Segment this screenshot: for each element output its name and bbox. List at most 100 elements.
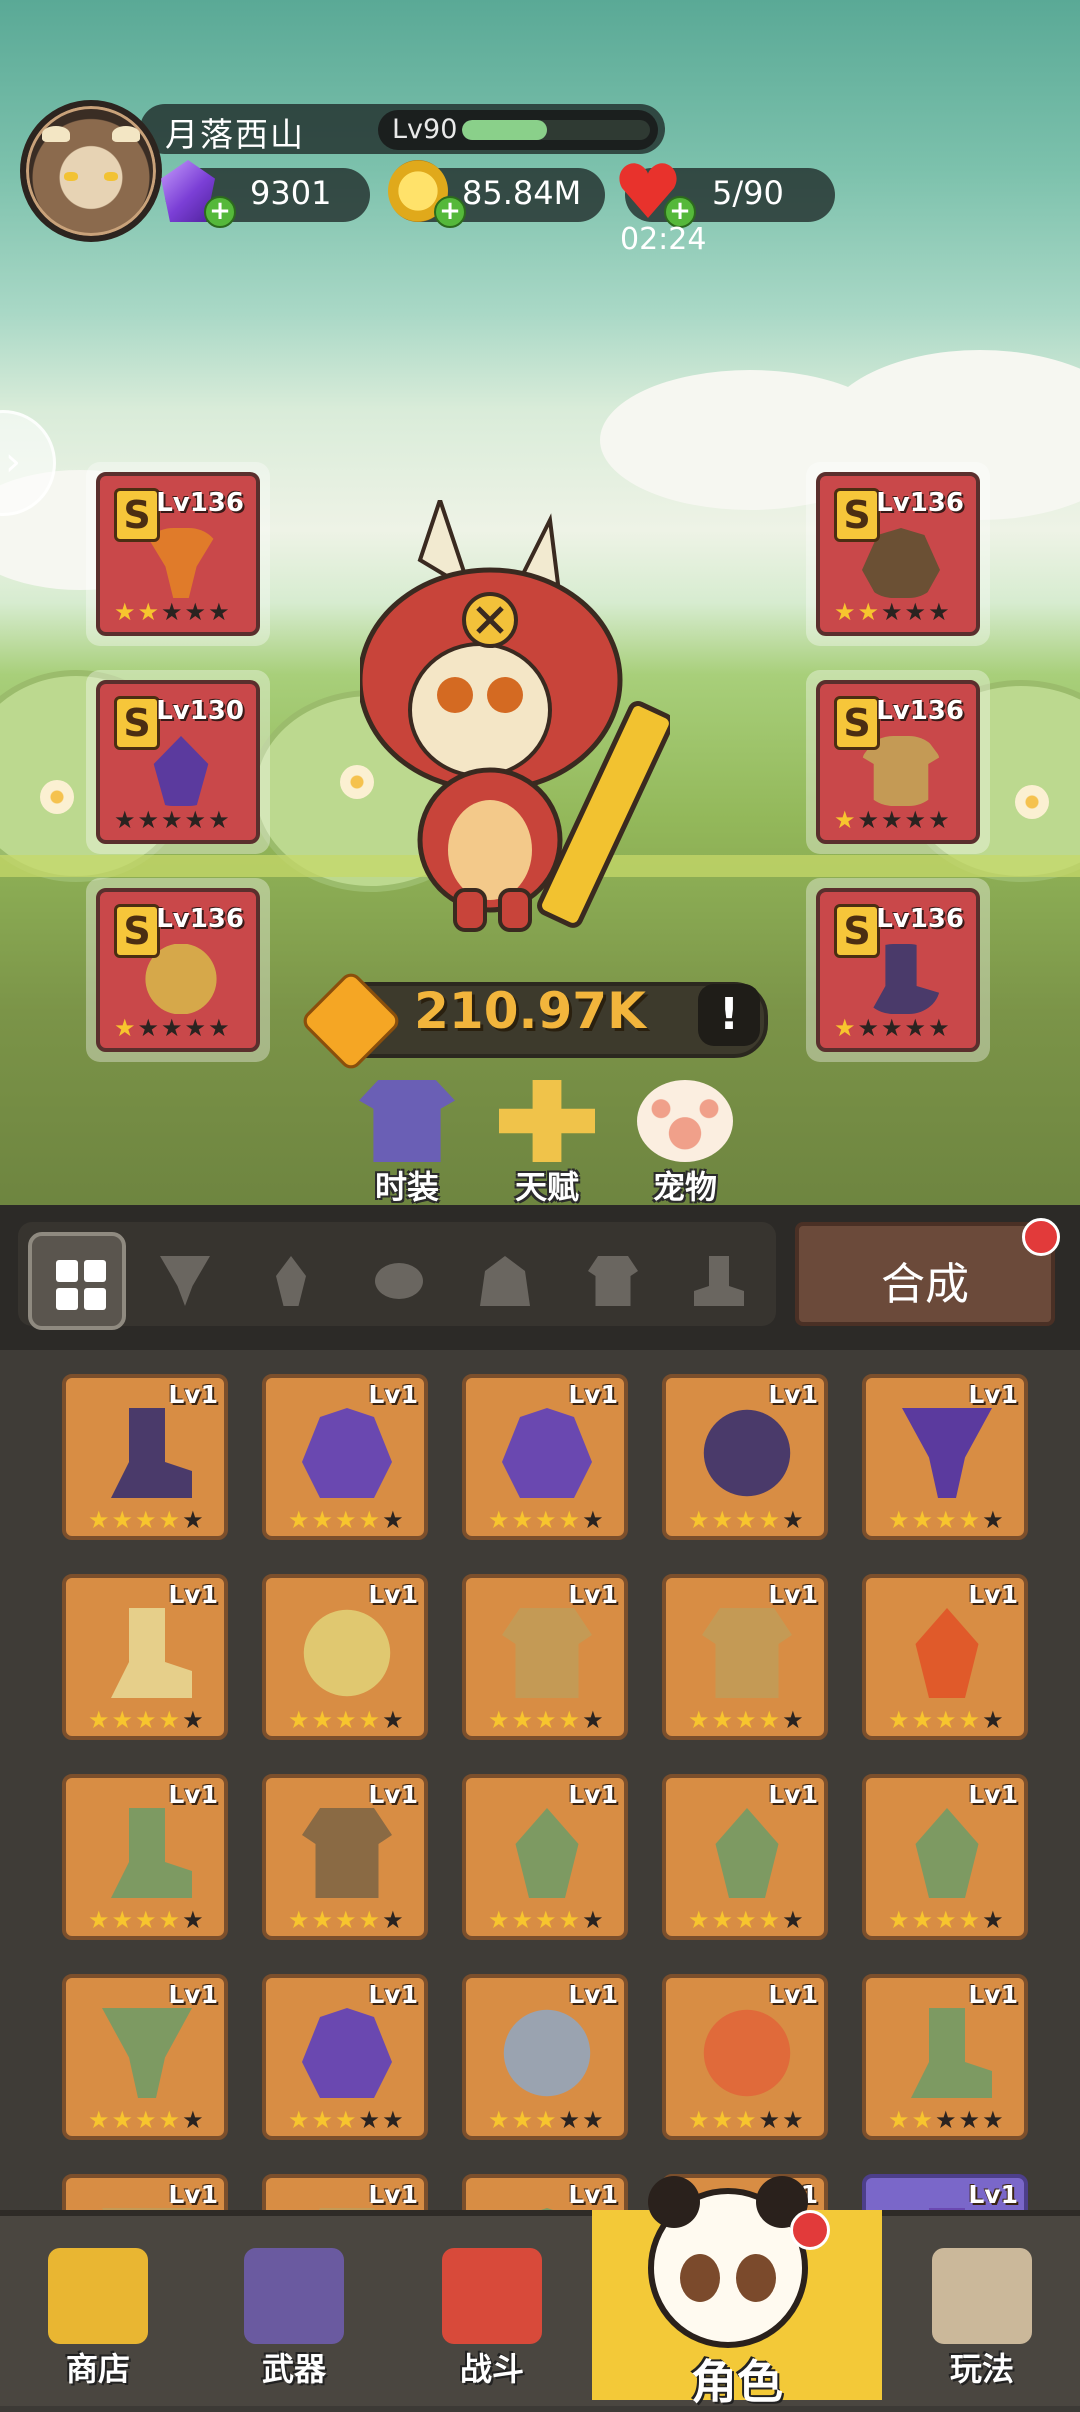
star-icon: ★ <box>511 1906 534 1934</box>
inventory-item[interactable]: Lv1★★★★★ <box>662 1574 828 1740</box>
costume-button[interactable]: 时装 <box>352 1080 462 1208</box>
pet-button[interactable]: 宠物 <box>630 1080 740 1208</box>
inventory-item[interactable]: Lv1★★★★★ <box>462 1374 628 1540</box>
equipped-slot-left-2[interactable]: S Lv130 ★ ★ ★ ★ ★ <box>86 670 270 854</box>
inventory-item[interactable]: Lv1★★★★★ <box>662 1774 828 1940</box>
hero-dragon-character[interactable] <box>360 500 670 940</box>
costume-icon <box>359 1080 455 1162</box>
inventory-item[interactable]: Lv1★★★★★ <box>462 1774 628 1940</box>
star-icon: ★ <box>958 1506 981 1534</box>
item-level: Lv1 <box>168 1780 218 1809</box>
equipped-slot-right-2[interactable]: S Lv136 ★ ★ ★ ★ ★ <box>806 670 990 854</box>
star-icon: ★ <box>935 2106 957 2134</box>
inventory-item[interactable]: Lv1★★★★★ <box>862 1374 1028 1540</box>
star-icon: ★ <box>558 2106 581 2134</box>
amulet-icon <box>715 1808 779 1898</box>
equipped-slot-left-1[interactable]: S Lv136 ★ ★ ★ ★ ★ <box>86 462 270 646</box>
star-rating: ★ ★ ★ ★ ★ <box>88 1908 204 1932</box>
equipped-slot-right-1[interactable]: S Lv136 ★ ★ ★ ★ ★ <box>806 462 990 646</box>
inventory-item[interactable]: Lv1★★★★★ <box>62 1574 228 1740</box>
star-rating: ★ ★ ★ ★ ★ <box>114 808 230 832</box>
star-icon: ★ <box>382 2106 404 2134</box>
inventory-item[interactable]: Lv1★★★★★ <box>462 2174 628 2210</box>
inventory-item[interactable]: Lv1★★★★★ <box>262 2174 428 2210</box>
item-level: Lv136 <box>876 904 964 934</box>
merge-label: 合成 <box>881 1259 969 1310</box>
filter-tab-helmet[interactable] <box>456 1232 554 1330</box>
inventory-item[interactable]: Lv1★★★★★ <box>862 2174 1028 2210</box>
inventory-item[interactable]: Lv1★★★★★ <box>62 1774 228 1940</box>
nav-weapon[interactable]: 武器 <box>196 2210 392 2400</box>
star-rating: ★ ★ ★ ★ ★ <box>488 1708 604 1732</box>
inventory-item[interactable]: Lv1★★★★★ <box>262 1374 428 1540</box>
star-icon: ★ <box>182 1906 204 1934</box>
filter-tab-amulet[interactable] <box>242 1232 340 1330</box>
ring-icon <box>703 2009 791 2097</box>
inventory-item[interactable]: Lv1★★★★★ <box>862 1774 1028 1940</box>
xp-fill <box>462 120 547 140</box>
add-gold-button[interactable]: + <box>434 196 466 228</box>
star-icon: ★ <box>688 2106 710 2134</box>
star-icon: ★ <box>982 1706 1004 1734</box>
star-rating: ★ ★ ★ ★ ★ <box>288 1908 404 1932</box>
player-avatar[interactable] <box>20 100 162 242</box>
inventory-item[interactable]: Lv1★★★★★ <box>262 1974 428 2140</box>
inventory-item[interactable]: Lv1★★★★★ <box>62 1974 228 2140</box>
star-icon: ★ <box>582 2106 604 2134</box>
star-icon: ★ <box>158 2106 181 2134</box>
star-icon: ★ <box>88 1506 110 1534</box>
star-icon: ★ <box>114 806 136 834</box>
filter-tab-ring[interactable] <box>350 1232 448 1330</box>
equipped-slot-left-3[interactable]: S Lv136 ★ ★ ★ ★ ★ <box>86 878 270 1062</box>
filter-tab-boots[interactable] <box>670 1232 768 1330</box>
star-icon: ★ <box>735 1706 757 1734</box>
nav-treasure-chest[interactable]: 商店 <box>0 2210 196 2400</box>
power-info-button[interactable]: ! <box>698 984 760 1046</box>
inventory-item[interactable]: Lv1★★★★★ <box>262 1574 428 1740</box>
avatar-eye <box>64 172 78 181</box>
inventory-item[interactable]: Lv1★★★★★ <box>62 2174 228 2210</box>
grade-badge: S <box>834 488 880 542</box>
filter-tab-necklace[interactable] <box>136 1232 234 1330</box>
item-level: Lv1 <box>568 1980 618 2009</box>
add-gems-button[interactable]: + <box>204 196 236 228</box>
filter-tab-grid[interactable] <box>28 1232 126 1330</box>
inventory-item[interactable]: Lv1★★★★★ <box>462 1974 628 2140</box>
star-icon: ★ <box>558 1706 581 1734</box>
inventory-item[interactable]: Lv1★★★★★ <box>862 1574 1028 1740</box>
gem-count: 9301 <box>250 174 332 212</box>
inventory-item[interactable]: Lv1★★★★★ <box>662 1374 828 1540</box>
ring-icon <box>303 1609 391 1697</box>
star-icon: ★ <box>158 1506 181 1534</box>
filter-tab-armor[interactable] <box>564 1232 662 1330</box>
star-icon: ★ <box>758 1506 781 1534</box>
star-icon: ★ <box>582 1706 604 1734</box>
star-icon: ★ <box>111 1506 134 1534</box>
star-icon: ★ <box>88 1706 110 1734</box>
item-level: Lv136 <box>876 488 964 518</box>
equipped-slot-right-3[interactable]: S Lv136 ★ ★ ★ ★ ★ <box>806 878 990 1062</box>
inventory-item[interactable]: Lv1★★★★★ <box>662 1974 828 2140</box>
nav-castle[interactable]: 玩法 <box>884 2210 1080 2400</box>
inventory-item[interactable]: Lv1★★★★★ <box>862 1974 1028 2140</box>
inventory-item[interactable]: Lv1★★★★★ <box>62 1374 228 1540</box>
star-icon: ★ <box>582 1506 604 1534</box>
inventory-item[interactable]: Lv1★★★★★ <box>462 1574 628 1740</box>
star-rating: ★ ★ ★ ★ ★ <box>888 2108 1004 2132</box>
item-level: Lv1 <box>168 1380 218 1409</box>
star-icon: ★ <box>135 2106 157 2134</box>
talent-button[interactable]: 天赋 <box>492 1080 602 1208</box>
inventory-item[interactable]: Lv1★★★★★ <box>262 1774 428 1940</box>
item-level: Lv136 <box>156 904 244 934</box>
star-icon: ★ <box>904 598 927 626</box>
star-icon: ★ <box>161 1014 183 1042</box>
star-icon: ★ <box>888 2106 910 2134</box>
star-icon: ★ <box>111 1906 134 1934</box>
pet-label: 宠物 <box>652 1168 717 1206</box>
xp-bar <box>462 120 650 140</box>
star-icon: ★ <box>488 2106 510 2134</box>
grade-badge: S <box>114 488 160 542</box>
slot-frame: S Lv136 ★ ★ ★ ★ ★ <box>96 472 260 636</box>
nav-crossed-swords[interactable]: 战斗 <box>394 2210 590 2400</box>
slot-frame: S Lv136 ★ ★ ★ ★ ★ <box>816 472 980 636</box>
